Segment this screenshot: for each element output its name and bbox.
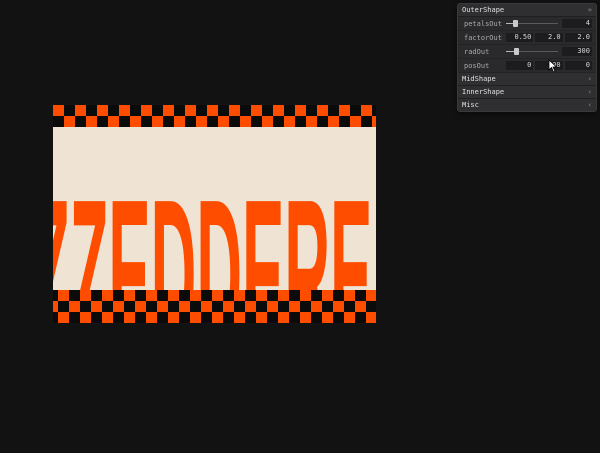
control-row-factor: factorOut 0.50 2.0 2.0 bbox=[458, 31, 596, 45]
petals-number-input[interactable]: 4 bbox=[562, 19, 592, 28]
checker-strip-bottom bbox=[53, 290, 376, 323]
pos-z-input[interactable]: 0 bbox=[564, 61, 592, 70]
folder-title: Misc bbox=[462, 101, 479, 109]
control-label: petalsOut bbox=[464, 19, 502, 28]
folder-misc-header[interactable]: Misc ‹ bbox=[458, 99, 596, 111]
checker-strip-top bbox=[53, 105, 376, 127]
chevron-icon: ‹ bbox=[587, 101, 592, 109]
folder-title: InnerShape bbox=[462, 88, 505, 96]
control-row-pos: posOut 0 200 0 bbox=[458, 59, 596, 73]
rad-slider[interactable] bbox=[506, 45, 558, 58]
cursor-icon bbox=[548, 59, 558, 73]
control-panel: OuterShape » petalsOut 4 factorOut 0.50 … bbox=[457, 3, 597, 112]
rad-number-input[interactable]: 300 bbox=[562, 47, 592, 56]
folder-outershape-header[interactable]: OuterShape » bbox=[458, 4, 596, 17]
control-label: factorOut bbox=[464, 33, 502, 42]
factor-inputs: 0.50 2.0 2.0 bbox=[506, 33, 592, 42]
control-label: posOut bbox=[464, 61, 490, 70]
chevron-icon: ‹ bbox=[587, 88, 592, 96]
factor-z-input[interactable]: 2.0 bbox=[564, 33, 592, 42]
control-row-petals: petalsOut 4 bbox=[458, 17, 596, 31]
folder-innershape-header[interactable]: InnerShape ‹ bbox=[458, 86, 596, 99]
collapse-icon[interactable]: » bbox=[588, 4, 592, 16]
banner-graphic: ZZEDDEREZ bbox=[53, 105, 376, 323]
folder-title: OuterShape bbox=[462, 6, 505, 14]
pos-x-input[interactable]: 0 bbox=[506, 61, 534, 70]
factor-x-input[interactable]: 0.50 bbox=[506, 33, 534, 42]
control-row-rad: radOut 300 bbox=[458, 45, 596, 59]
petals-slider[interactable] bbox=[506, 17, 558, 30]
folder-title: MidShape bbox=[462, 75, 496, 83]
chevron-icon: ‹ bbox=[587, 75, 592, 83]
folder-midshape-header[interactable]: MidShape ‹ bbox=[458, 73, 596, 86]
factor-y-input[interactable]: 2.0 bbox=[535, 33, 563, 42]
slider-thumb[interactable] bbox=[513, 20, 519, 27]
control-label: radOut bbox=[464, 47, 490, 56]
slider-thumb[interactable] bbox=[514, 48, 520, 55]
